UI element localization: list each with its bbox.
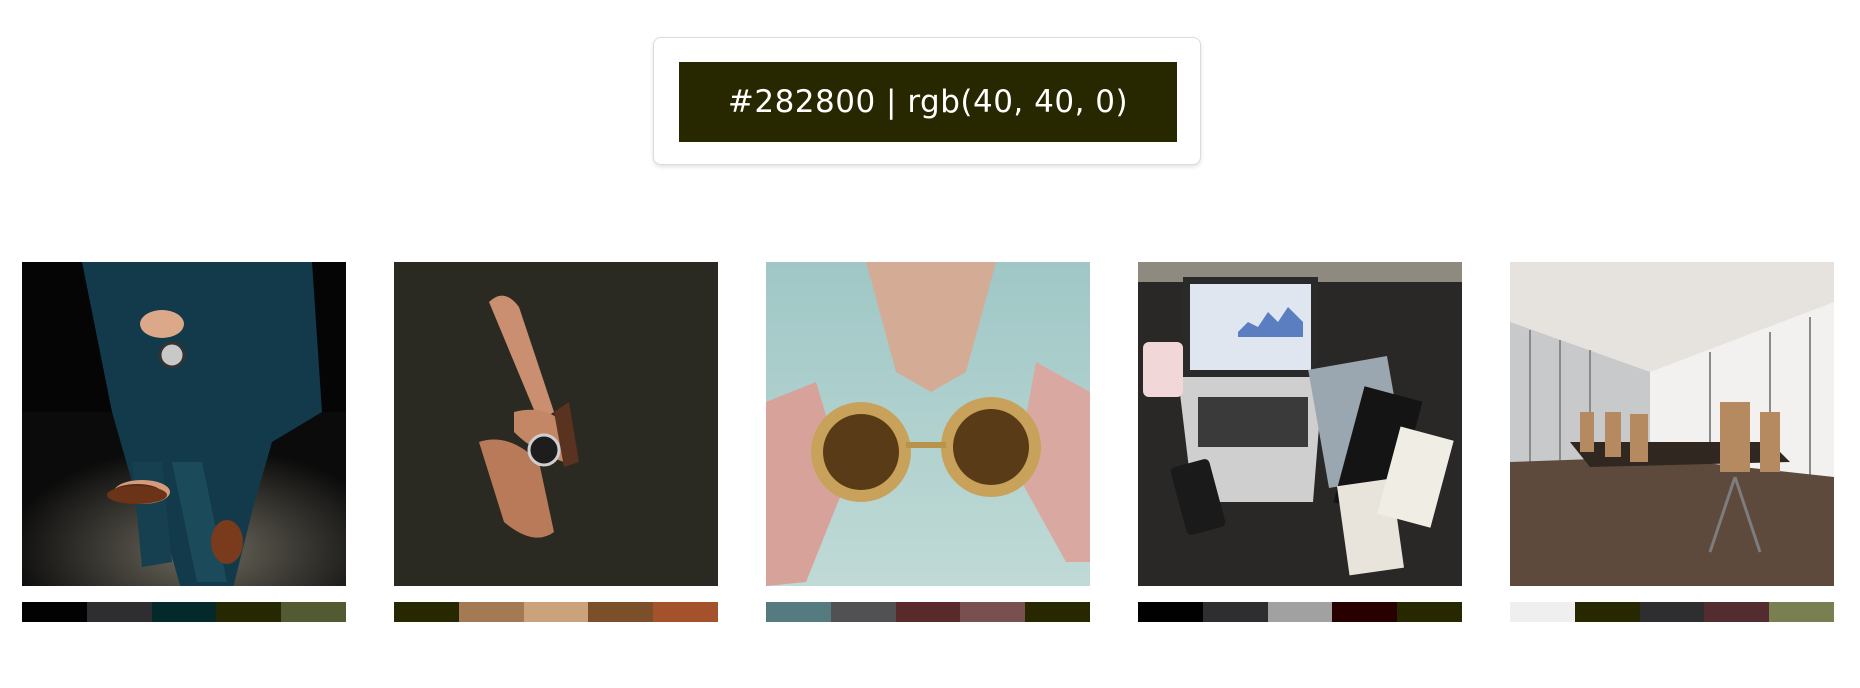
suit-watch-photo[interactable]	[22, 262, 346, 586]
gallery-item	[766, 262, 1090, 622]
palette-color-chip[interactable]	[1397, 602, 1462, 622]
selected-color-card: #282800 | rgb(40, 40, 0)	[653, 37, 1201, 165]
selected-color-swatch[interactable]: #282800 | rgb(40, 40, 0)	[679, 62, 1177, 142]
color-palette	[766, 602, 1090, 622]
palette-color-chip[interactable]	[960, 602, 1026, 622]
palette-color-chip[interactable]	[1769, 602, 1834, 622]
palette-color-chip[interactable]	[1025, 602, 1090, 622]
gallery-item	[1510, 262, 1834, 622]
gallery-item	[394, 262, 718, 622]
color-palette	[22, 602, 346, 622]
palette-color-chip[interactable]	[86, 602, 152, 622]
palette-color-chip[interactable]	[1704, 602, 1770, 622]
palette-color-chip[interactable]	[1639, 602, 1705, 622]
conference-room-photo[interactable]	[1510, 262, 1834, 586]
palette-color-chip[interactable]	[895, 602, 961, 622]
palette-color-chip[interactable]	[394, 602, 459, 622]
palette-color-chip[interactable]	[830, 602, 896, 622]
color-palette	[394, 602, 718, 622]
wrist-watch-photo[interactable]	[394, 262, 718, 586]
color-palette	[1138, 602, 1462, 622]
sunglasses-photo[interactable]	[766, 262, 1090, 586]
palette-color-chip[interactable]	[653, 602, 718, 622]
color-palette	[1510, 602, 1834, 622]
palette-color-chip[interactable]	[1138, 602, 1203, 622]
palette-color-chip[interactable]	[1267, 602, 1333, 622]
palette-color-chip[interactable]	[588, 602, 654, 622]
gallery-item	[1138, 262, 1462, 622]
palette-color-chip[interactable]	[281, 602, 346, 622]
gallery-item	[22, 262, 346, 622]
palette-color-chip[interactable]	[523, 602, 589, 622]
palette-color-chip[interactable]	[22, 602, 87, 622]
palette-color-chip[interactable]	[1574, 602, 1640, 622]
laptop-desk-photo[interactable]	[1138, 262, 1462, 586]
palette-color-chip[interactable]	[216, 602, 282, 622]
palette-color-chip[interactable]	[1202, 602, 1268, 622]
palette-color-chip[interactable]	[1510, 602, 1575, 622]
palette-color-chip[interactable]	[1332, 602, 1398, 622]
palette-color-chip[interactable]	[151, 602, 217, 622]
palette-color-chip[interactable]	[766, 602, 831, 622]
palette-color-chip[interactable]	[458, 602, 524, 622]
